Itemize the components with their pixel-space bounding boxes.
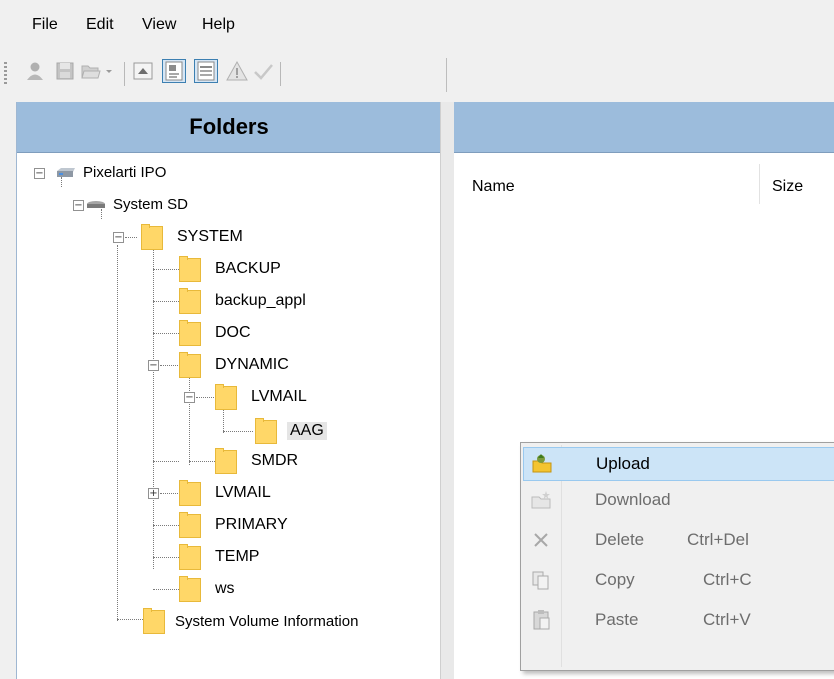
drive-icon: [85, 198, 107, 210]
folders-header: Folders: [17, 102, 441, 153]
folder-icon: [179, 544, 201, 570]
tree-node-lvmail-inner[interactable]: LVMAIL: [215, 383, 307, 411]
tree-node-doc[interactable]: DOC: [179, 319, 251, 347]
folder-icon: [179, 320, 201, 346]
collapse-root-icon[interactable]: −: [34, 168, 45, 179]
tree-node-smdr[interactable]: SMDR: [215, 447, 298, 475]
tree-label: AAG: [287, 422, 327, 440]
warning-icon[interactable]: [226, 60, 248, 82]
tree-label: LVMAIL: [251, 388, 307, 405]
menu-item-label: Delete: [595, 530, 645, 549]
tree-node-system[interactable]: SYSTEM: [141, 223, 243, 251]
folder-icon: [215, 384, 237, 410]
system-unit-icon: [55, 166, 77, 178]
menu-item-download[interactable]: Download: [523, 483, 834, 517]
folder-icon: [255, 418, 277, 444]
open-folder-icon[interactable]: [80, 60, 102, 82]
tree-label: Pixelarti IPO: [83, 163, 167, 181]
tree-label: SMDR: [251, 452, 299, 469]
tree-node-root[interactable]: Pixelarti IPO: [55, 158, 166, 186]
expand-lvmail-icon[interactable]: +: [148, 488, 159, 499]
file-list-header-bar: [454, 102, 834, 153]
menu-item-delete[interactable]: Delete Ctrl+Del: [523, 523, 834, 557]
tree-node-system-sd[interactable]: System SD: [85, 190, 188, 218]
tree-node-system-volume-information[interactable]: System Volume Information: [143, 607, 358, 635]
large-icons-view-icon[interactable]: [162, 59, 186, 83]
menu-item-label: Download: [595, 490, 671, 509]
tree-node-ws[interactable]: ws: [179, 575, 235, 603]
folder-tree[interactable]: − Pixelarti IPO − System SD − SYSTEM BAC…: [17, 153, 441, 679]
details-view-icon[interactable]: [194, 59, 218, 83]
folder-icon: [179, 576, 201, 602]
menu-item-shortcut: Ctrl+Del: [687, 530, 749, 549]
tree-label: BACKUP: [215, 260, 281, 277]
menu-view[interactable]: View: [142, 16, 176, 34]
tree-label: PRIMARY: [215, 516, 288, 533]
paste-icon: [529, 608, 553, 632]
save-icon[interactable]: [54, 60, 76, 82]
collapse-dynamic-icon[interactable]: −: [148, 360, 159, 371]
menu-item-label: Paste: [595, 610, 639, 629]
menu-item-paste[interactable]: Paste Ctrl+V: [523, 603, 834, 637]
toolbar-grip[interactable]: [4, 62, 7, 86]
tree-label: TEMP: [215, 548, 260, 565]
user-icon[interactable]: [24, 60, 46, 82]
folders-panel: Folders − Pixelarti IPO − System SD − SY…: [16, 102, 441, 679]
menu-edit[interactable]: Edit: [86, 16, 114, 34]
column-header-size[interactable]: Size: [772, 178, 803, 196]
folder-icon: [215, 448, 237, 474]
menu-bar: File Edit View Help: [0, 0, 834, 40]
tree-node-dynamic[interactable]: DYNAMIC: [179, 351, 289, 379]
folder-icon: [179, 352, 201, 378]
tree-label: System SD: [113, 195, 189, 213]
folder-icon: [179, 288, 201, 314]
upload-icon: [530, 452, 554, 476]
toolbar-divider: [446, 58, 447, 92]
copy-icon: [529, 568, 553, 592]
collapse-lvmail-inner-icon[interactable]: −: [184, 392, 195, 403]
collapse-system-icon[interactable]: −: [113, 232, 124, 243]
menu-item-shortcut: Ctrl+C: [703, 570, 752, 589]
tree-node-aag[interactable]: AAG: [255, 417, 327, 445]
dropdown-arrow-icon[interactable]: [103, 60, 115, 82]
column-separator[interactable]: [759, 164, 760, 204]
folder-icon: [143, 608, 165, 634]
folder-icon: [179, 256, 201, 282]
tree-node-backup-appl[interactable]: backup_appl: [179, 287, 306, 315]
tree-node-backup[interactable]: BACKUP: [179, 255, 281, 283]
menu-item-label: Upload: [596, 454, 650, 473]
collapse-drive-icon[interactable]: −: [73, 200, 84, 211]
folder-icon: [179, 512, 201, 538]
tree-label: DOC: [215, 324, 251, 341]
folder-icon: [141, 224, 163, 250]
menu-file[interactable]: File: [32, 16, 58, 34]
download-icon: [529, 488, 553, 512]
menu-item-copy[interactable]: Copy Ctrl+C: [523, 563, 834, 597]
tree-label: backup_appl: [215, 292, 306, 309]
tree-label: DYNAMIC: [215, 356, 289, 373]
menu-item-shortcut: Ctrl+V: [703, 610, 751, 629]
tree-node-lvmail[interactable]: LVMAIL: [179, 479, 271, 507]
tree-node-temp[interactable]: TEMP: [179, 543, 259, 571]
toolbar-separator: [124, 62, 125, 86]
menu-help[interactable]: Help: [202, 16, 235, 34]
column-header-name[interactable]: Name: [472, 178, 515, 196]
context-menu: Upload Download Delete Ctrl+Del Copy Ctr…: [520, 442, 834, 671]
toolbar: [0, 48, 834, 102]
tree-label: ws: [215, 580, 235, 597]
menu-item-label: Copy: [595, 570, 635, 589]
delete-icon: [529, 528, 553, 552]
tree-label: System Volume Information: [175, 612, 359, 630]
folder-icon: [179, 480, 201, 506]
toolbar-separator: [280, 62, 281, 86]
menu-item-upload[interactable]: Upload: [523, 447, 834, 481]
tree-label: SYSTEM: [177, 228, 243, 245]
check-icon[interactable]: [252, 60, 274, 82]
move-up-icon[interactable]: [132, 60, 154, 82]
tree-label: LVMAIL: [215, 484, 271, 501]
tree-node-primary[interactable]: PRIMARY: [179, 511, 288, 539]
